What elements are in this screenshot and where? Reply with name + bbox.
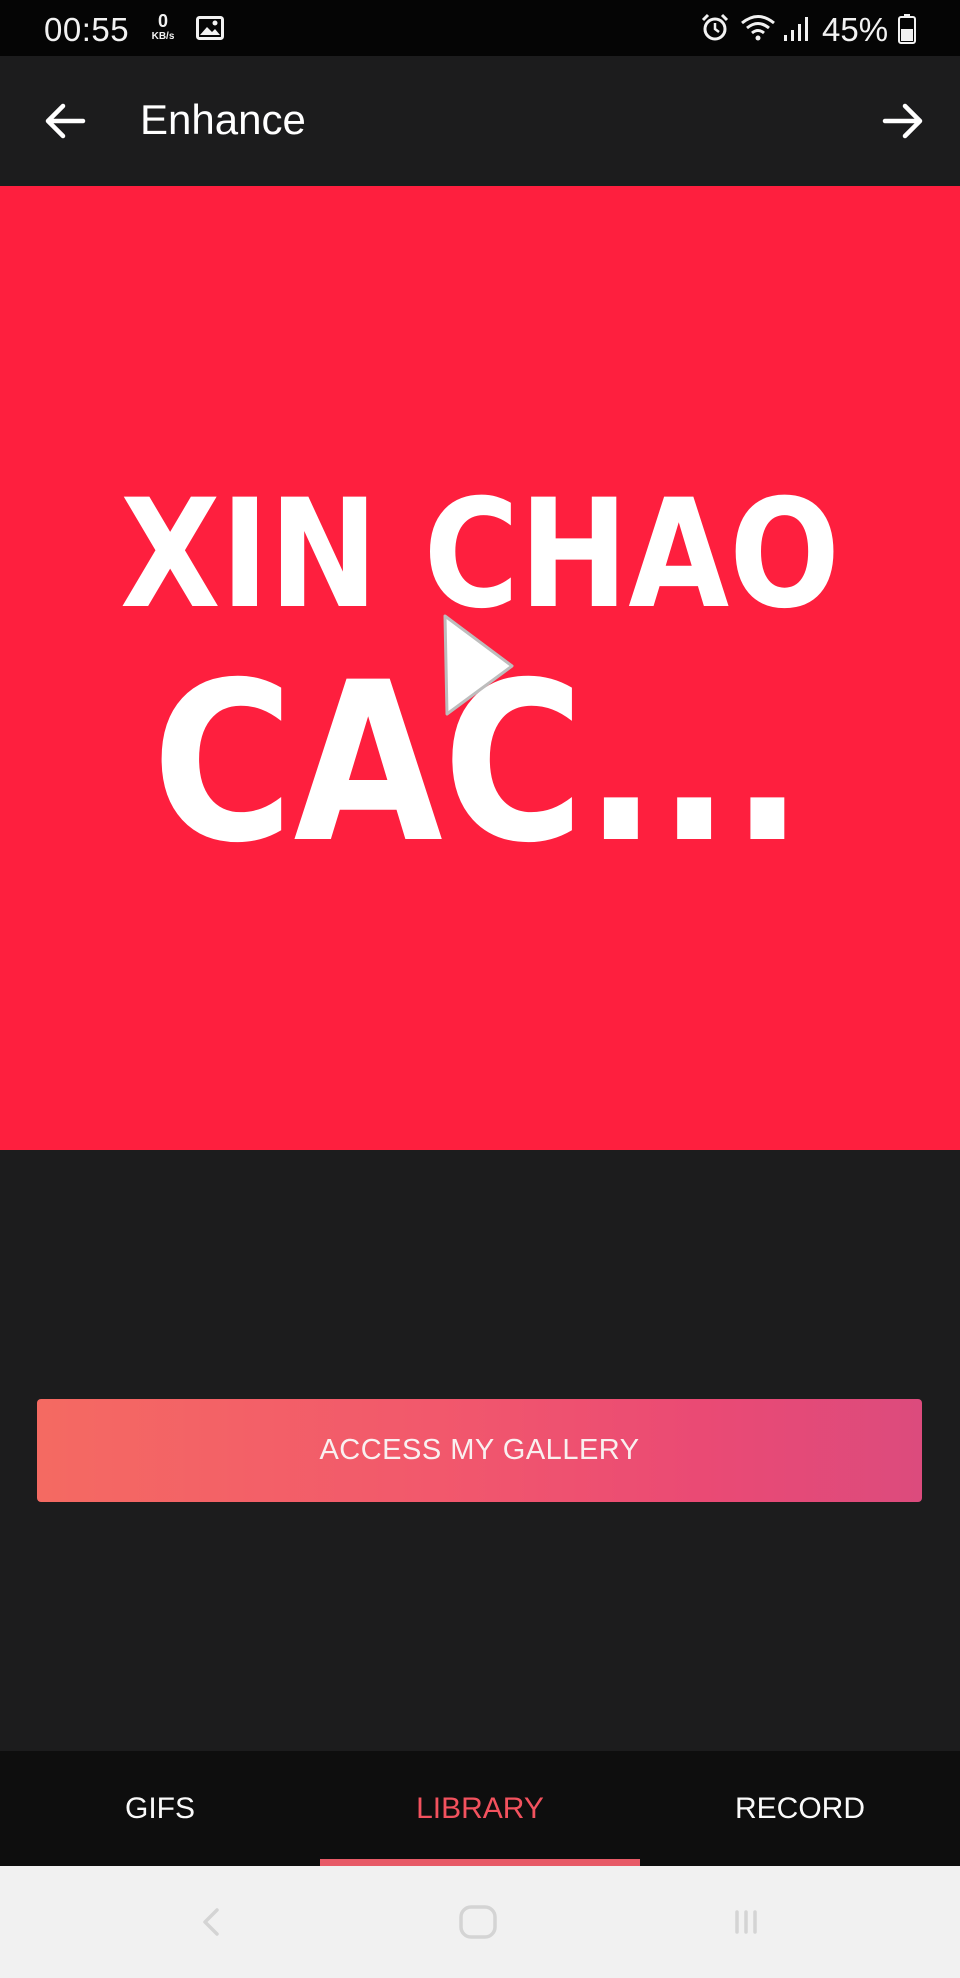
- back-button[interactable]: [30, 86, 100, 156]
- bottom-tab-bar: GIFS LIBRARY RECORD: [0, 1751, 960, 1866]
- arrow-right-icon: [882, 103, 923, 139]
- status-time: 00:55: [44, 11, 130, 48]
- gallery-icon: [196, 16, 224, 40]
- battery-icon: [898, 14, 916, 44]
- battery-percent: 45%: [822, 11, 889, 48]
- arrow-left-icon: [45, 103, 86, 139]
- preview-canvas: XIN CHAO CAC...: [120, 468, 840, 891]
- nav-recents-icon[interactable]: [728, 1904, 764, 1940]
- network-speed: 0 KB/s: [146, 12, 180, 42]
- wifi-icon: [741, 15, 775, 41]
- page-title: Enhance: [140, 96, 306, 143]
- active-tab-indicator: [320, 1859, 640, 1866]
- system-nav-bar: [0, 1866, 960, 1978]
- preview-line-1: XIN CHAO: [120, 468, 840, 642]
- signal-icon: [784, 17, 808, 41]
- next-button[interactable]: [868, 86, 938, 156]
- app-bar: Enhance: [0, 56, 960, 186]
- network-speed-value: 0: [157, 11, 168, 31]
- tab-gifs[interactable]: GIFS: [0, 1751, 320, 1866]
- tab-library[interactable]: LIBRARY: [320, 1751, 640, 1866]
- status-bar: 00:55 0 KB/s 45%: [0, 0, 960, 56]
- alarm-icon: [701, 13, 729, 41]
- access-gallery-button[interactable]: ACCESS MY GALLERY: [37, 1399, 922, 1502]
- tab-record[interactable]: RECORD: [640, 1751, 960, 1866]
- network-speed-unit: KB/s: [151, 31, 175, 42]
- nav-home-icon[interactable]: [456, 1902, 500, 1942]
- media-preview[interactable]: XIN CHAO CAC...: [0, 186, 960, 1150]
- nav-back-icon[interactable]: [195, 1904, 231, 1940]
